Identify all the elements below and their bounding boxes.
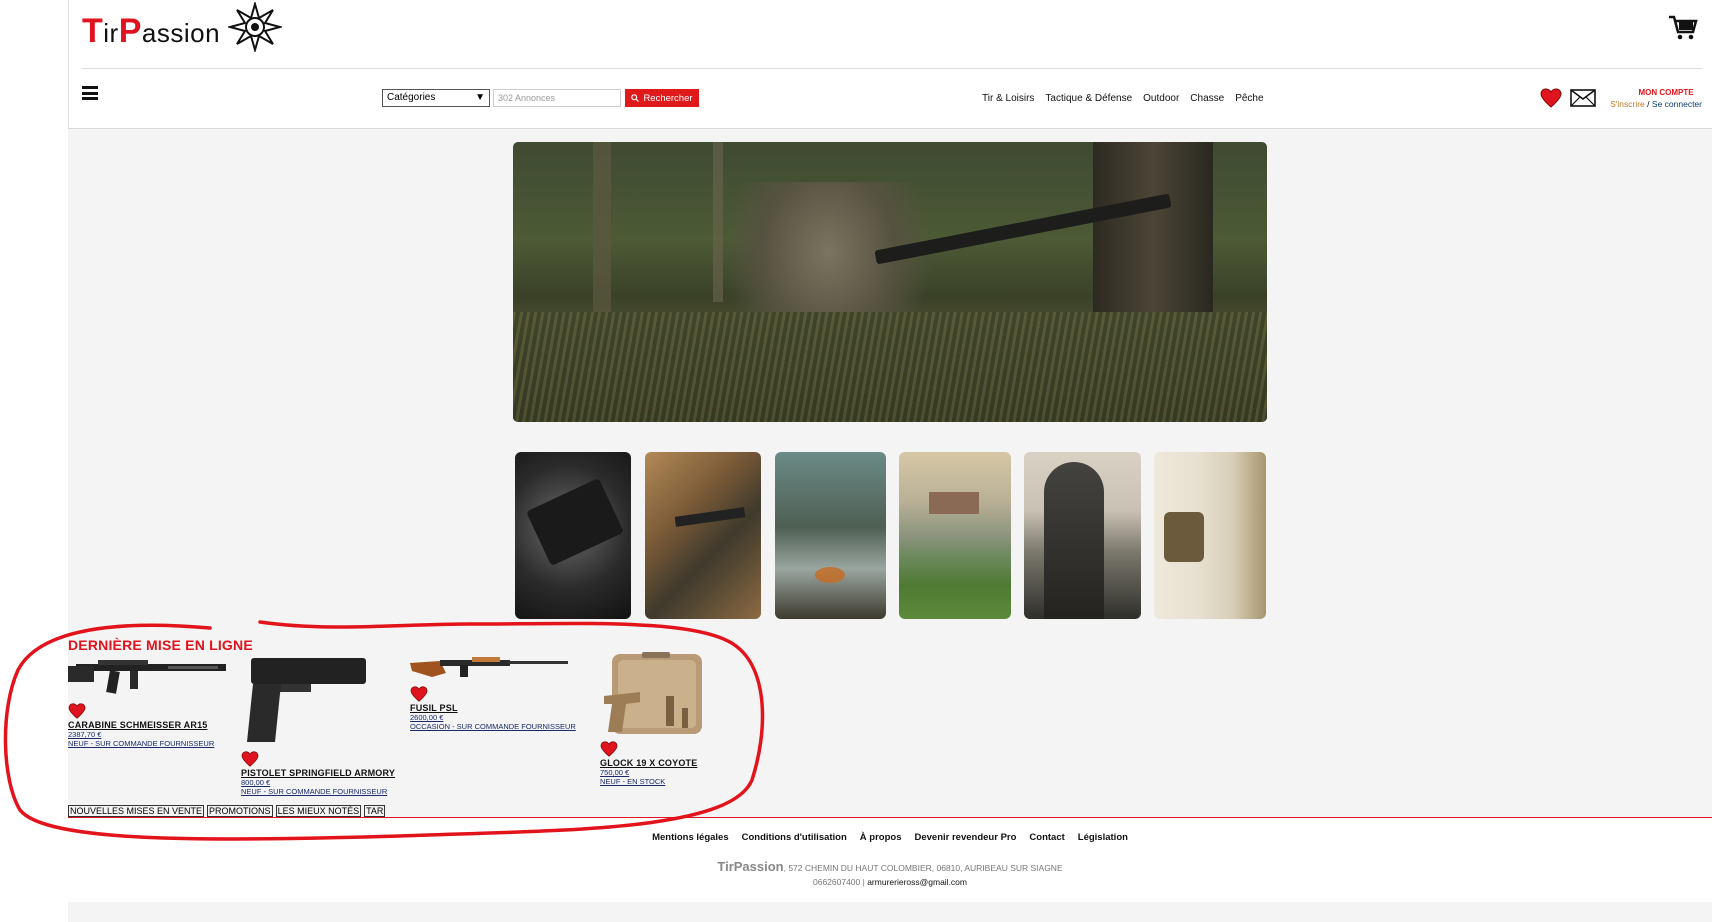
product-card[interactable]: CARABINE SCHMEISSER AR15 2387,70 € NEUF … xyxy=(68,654,233,748)
category-thumbnail-pistols[interactable] xyxy=(1154,452,1266,619)
product-name[interactable]: GLOCK 19 X COYOTE xyxy=(600,758,720,768)
category-select[interactable]: Catégories ▼ xyxy=(382,89,490,107)
search-button-label: Rechercher xyxy=(643,92,693,104)
footer-brand: TirPassion xyxy=(717,859,784,874)
tab-promotions[interactable]: PROMOTIONS xyxy=(207,805,273,817)
tab-tar[interactable]: TAR xyxy=(364,805,386,817)
product-name[interactable]: CARABINE SCHMEISSER AR15 xyxy=(68,720,233,730)
category-thumbnail-outdoor[interactable] xyxy=(775,452,886,619)
product-image-rifle[interactable] xyxy=(410,651,570,681)
product-card[interactable]: PISTOLET SPRINGFIELD ARMORY 800,00 € NEU… xyxy=(241,652,416,796)
footer-link-conditions[interactable]: Conditions d'utilisation xyxy=(742,832,847,843)
footer-link-contact[interactable]: Contact xyxy=(1029,832,1064,843)
nav-item-outdoor[interactable]: Outdoor xyxy=(1143,93,1179,104)
product-price[interactable]: 2600,00 € xyxy=(410,713,595,722)
account-menu: MON COMPTE S'inscrire / Se connecter xyxy=(1602,88,1702,109)
product-condition[interactable]: NEUF - SUR COMMANDE FOURNISSEUR xyxy=(68,739,233,748)
product-price[interactable]: 750,00 € xyxy=(600,768,720,777)
footer-contact: 0662607400 | armurerieross@gmail.com xyxy=(0,877,1712,887)
footer-address-text: , 572 CHEMIN DU HAUT COLOMBIER, 06810, A… xyxy=(783,863,1063,873)
category-thumbnail-hunting[interactable] xyxy=(1024,452,1141,619)
site-header xyxy=(68,0,1712,129)
logo-text-ir: ir xyxy=(103,18,119,48)
product-image-pistol-case[interactable] xyxy=(600,652,708,736)
product-condition[interactable]: NEUF - SUR COMMANDE FOURNISSEUR xyxy=(241,787,416,796)
category-thumbnail-tactical[interactable] xyxy=(645,452,761,619)
search-input[interactable] xyxy=(493,89,621,107)
footer-link-legislation[interactable]: Législation xyxy=(1078,832,1128,843)
nav-item-tactique-defense[interactable]: Tactique & Défense xyxy=(1045,93,1132,104)
product-image-pistol[interactable] xyxy=(241,652,371,746)
mail-icon[interactable] xyxy=(1570,89,1596,107)
category-select-value: Catégories xyxy=(387,92,436,103)
footer-link-a-propos[interactable]: À propos xyxy=(860,832,902,843)
signup-link[interactable]: S'inscrire xyxy=(1610,99,1645,109)
footer-link-revendeur[interactable]: Devenir revendeur Pro xyxy=(915,832,1017,843)
chevron-down-icon: ▼ xyxy=(475,92,485,103)
account-links: S'inscrire / Se connecter xyxy=(1602,99,1702,109)
logo-emblem-icon xyxy=(228,2,282,52)
tab-top-rated[interactable]: LES MIEUX NOTÉS xyxy=(275,805,362,817)
footer-email[interactable]: armurerieross@gmail.com xyxy=(867,877,967,887)
main-nav: Tir & Loisirs Tactique & Défense Outdoor… xyxy=(982,93,1264,104)
footer-address: TirPassion, 572 CHEMIN DU HAUT COLOMBIER… xyxy=(0,859,1712,874)
product-condition[interactable]: OCCASION - SUR COMMANDE FOURNISSEUR xyxy=(410,722,595,731)
hero-banner-image[interactable] xyxy=(513,142,1267,422)
login-link[interactable]: Se connecter xyxy=(1652,99,1702,109)
footer-link-mentions-legales[interactable]: Mentions légales xyxy=(652,832,729,843)
tab-new-listings[interactable]: NOUVELLES MISES EN VENTE xyxy=(68,805,205,817)
menu-icon[interactable] xyxy=(82,86,98,100)
favorite-heart-icon[interactable] xyxy=(410,686,428,702)
heart-icon[interactable] xyxy=(1540,88,1562,108)
nav-item-tir-loisirs[interactable]: Tir & Loisirs xyxy=(982,93,1034,104)
favorite-heart-icon[interactable] xyxy=(600,741,618,757)
favorite-heart-icon[interactable] xyxy=(241,751,259,767)
search-button[interactable]: Rechercher xyxy=(625,89,699,107)
footer-links: Mentions légales Conditions d'utilisatio… xyxy=(0,832,1712,843)
product-condition[interactable]: NEUF - EN STOCK xyxy=(600,777,720,786)
product-card[interactable]: GLOCK 19 X COYOTE 750,00 € NEUF - EN STO… xyxy=(600,652,720,786)
nav-item-peche[interactable]: Pêche xyxy=(1235,93,1263,104)
site-logo[interactable]: TirPassion xyxy=(82,12,220,51)
account-separator: / xyxy=(1647,99,1650,109)
latest-listings-title: DERNIÈRE MISE EN LIGNE xyxy=(68,637,253,653)
product-image-rifle[interactable] xyxy=(68,654,230,698)
product-name[interactable]: PISTOLET SPRINGFIELD ARMORY xyxy=(241,768,416,778)
logo-initial-p: P xyxy=(118,12,142,50)
account-title[interactable]: MON COMPTE xyxy=(1630,88,1702,97)
listing-tabs: NOUVELLES MISES EN VENTE PROMOTIONS LES … xyxy=(68,805,386,817)
logo-text-assion: assion xyxy=(141,18,221,48)
footer-phone: 0662607400 xyxy=(812,877,861,887)
product-card[interactable]: FUSIL PSL 2600,00 € OCCASION - SUR COMMA… xyxy=(410,651,595,731)
category-thumbnail-rifles[interactable] xyxy=(515,452,631,619)
product-name[interactable]: FUSIL PSL xyxy=(410,703,595,713)
product-price[interactable]: 2387,70 € xyxy=(68,730,233,739)
search-icon xyxy=(631,94,640,102)
product-price[interactable]: 800,00 € xyxy=(241,778,416,787)
nav-item-chasse[interactable]: Chasse xyxy=(1190,93,1224,104)
cart-icon[interactable] xyxy=(1668,14,1698,42)
category-thumbnail-fishing[interactable] xyxy=(899,452,1011,619)
favorite-heart-icon[interactable] xyxy=(68,703,86,719)
logo-initial-t: T xyxy=(82,12,104,50)
header-divider xyxy=(82,68,1702,69)
